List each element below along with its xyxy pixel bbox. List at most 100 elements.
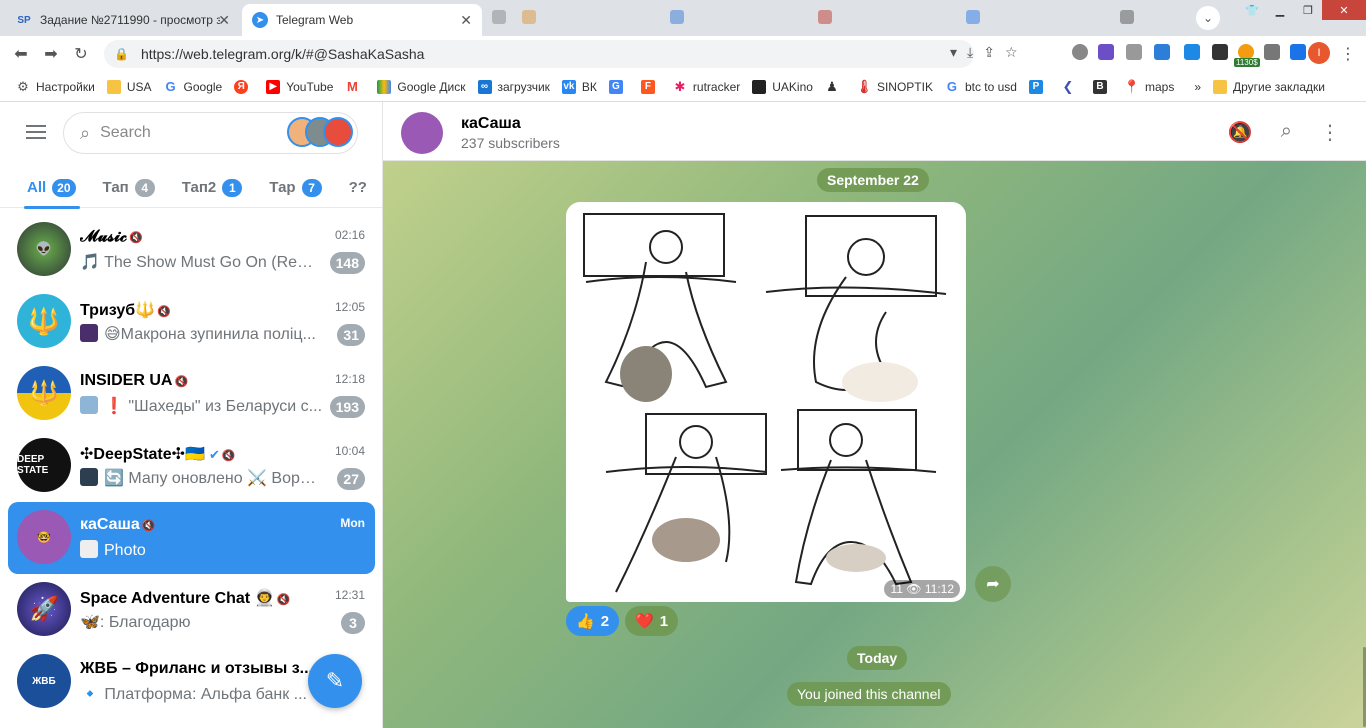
folder-tab-tap[interactable]: Тап 4 xyxy=(103,178,155,197)
channel-avatar[interactable] xyxy=(401,112,443,154)
verified-icon: ✔ xyxy=(208,447,220,462)
bookmark-vk[interactable]: vk ВК xyxy=(561,79,597,94)
search-input[interactable]: ⌕ Search xyxy=(63,112,358,154)
reload-icon[interactable]: ↻ xyxy=(66,44,96,64)
address-bar[interactable]: 🔒 https://web.telegram.org/k/#@SashaKaSa… xyxy=(104,40,974,68)
bookmark-rutracker[interactable]: ✱ rutracker xyxy=(673,79,740,94)
back-arrow-icon[interactable]: ⬅ xyxy=(6,44,36,64)
reaction-count: 1 xyxy=(659,612,669,630)
photo-message[interactable]: 11 👁 11:12 xyxy=(566,202,966,602)
unread-badge: 27 xyxy=(337,468,365,490)
profile-avatar[interactable]: I xyxy=(1308,42,1330,64)
folder-tab-tar[interactable]: Тар 7 xyxy=(269,178,322,197)
media-thumbnail xyxy=(80,468,98,486)
youtube-icon: ▶ xyxy=(266,79,281,94)
bookmark-uakino[interactable]: UAKino xyxy=(752,79,813,94)
bookmark-yandex[interactable]: Я xyxy=(234,79,254,94)
window-controls: 👕 ▁ ❐ ✕ xyxy=(1238,0,1366,22)
forward-button[interactable]: ➦ xyxy=(975,566,1011,602)
kebab-menu-icon[interactable]: ⋮ xyxy=(1340,44,1356,64)
media-thumbnail xyxy=(80,396,98,414)
bookmark-btc[interactable]: Gbtc to usd xyxy=(945,79,1017,94)
chat-preview: 🔹 Платформа: Альфа банк ... xyxy=(80,686,307,703)
bookmark-f[interactable]: F xyxy=(640,79,661,94)
reaction-heart[interactable]: ❤️ 1 xyxy=(625,606,679,636)
maximize-icon[interactable]: ❐ xyxy=(1294,0,1322,20)
bookmarks-overflow[interactable]: » xyxy=(1194,80,1201,94)
chat-item-music[interactable]: 👽 𝓜𝓾𝓼𝓲𝓬 🔇 02:16 🎵 The Show Must Go On (Re… xyxy=(8,214,375,286)
tab-favicon-icon[interactable] xyxy=(966,10,980,24)
bookmark-loader[interactable]: ∞ загрузчик xyxy=(477,79,550,94)
window-close-icon[interactable]: ✕ xyxy=(1322,0,1366,20)
bookmark-arrow[interactable]: ❮ xyxy=(1061,78,1081,94)
story-avatar[interactable] xyxy=(323,117,353,147)
map-pin-icon: 📍 xyxy=(1123,78,1141,94)
stories-avatars[interactable] xyxy=(287,117,353,147)
bookmark-usa[interactable]: USA xyxy=(106,79,152,94)
install-icon[interactable]: ⤓ xyxy=(967,44,973,61)
bookmark-bc[interactable]: B xyxy=(1092,79,1113,94)
more-vertical-icon[interactable]: ⋮ xyxy=(1320,120,1340,145)
bookmark-settings[interactable]: ⚙ Настройки xyxy=(16,79,95,94)
bookmark-google-drive[interactable]: Google Диск xyxy=(377,79,466,94)
date-pill: September 22 xyxy=(817,168,929,192)
hamburger-menu-icon[interactable] xyxy=(26,121,46,143)
bookmark-sinoptik[interactable]: 🌡 SINOPTIK xyxy=(855,78,933,94)
forward-arrow-icon[interactable]: ➡ xyxy=(36,44,66,64)
browser-tab-telegram[interactable]: ➤ Telegram Web ✕ xyxy=(242,4,482,36)
tab-close-icon[interactable]: ✕ xyxy=(460,12,472,29)
bookmark-chess[interactable]: ♟ xyxy=(825,79,845,94)
folder-tab-tap2[interactable]: Тап2 1 xyxy=(182,178,243,197)
tab-search-icon[interactable]: ⌄ xyxy=(1196,6,1220,30)
channel-header[interactable]: каСаша 237 subscribers 🔕 ⌕ ⋮ xyxy=(383,102,1366,161)
extension-icon[interactable] xyxy=(1126,44,1142,60)
lock-icon: 🔒 xyxy=(114,47,129,61)
tab-favicon-icon[interactable] xyxy=(670,10,684,24)
download-extension-icon[interactable] xyxy=(1184,44,1200,60)
folder-tab-more[interactable]: ?? xyxy=(349,179,367,196)
globe-extension-icon[interactable] xyxy=(1072,44,1088,60)
bookmark-p[interactable]: P xyxy=(1028,79,1049,94)
reaction-thumbs-up[interactable]: 👍 2 xyxy=(566,606,620,636)
new-message-button[interactable]: ✎ xyxy=(308,654,362,708)
extension-icon[interactable] xyxy=(1154,44,1170,60)
extension-icon[interactable] xyxy=(1212,44,1228,60)
search-icon[interactable]: ⌕ xyxy=(1281,120,1292,145)
chat-item-deepstate[interactable]: DEEP STATE ✣DeepState✣🇺🇦 ✔ 🔇 10:04 🔄 Мапу … xyxy=(8,430,375,502)
bookmark-gmail[interactable]: M xyxy=(345,79,365,94)
chat-avatar: DEEP STATE xyxy=(17,438,71,492)
sleeping-positions-photo[interactable] xyxy=(566,202,966,602)
bookmark-translate[interactable]: G xyxy=(608,79,629,94)
bookmark-maps[interactable]: 📍 maps xyxy=(1123,78,1174,94)
chat-item-kasasha[interactable]: 🤓 каСаша 🔇 Mon Photo xyxy=(8,502,375,574)
bookmark-other[interactable]: Другие закладки xyxy=(1213,79,1325,94)
browser-tab-task[interactable]: SP Задание №2711990 - просмотр з ✕ xyxy=(6,4,240,36)
puzzle-extensions-icon[interactable] xyxy=(1264,44,1280,60)
minimize-icon[interactable]: ▁ xyxy=(1266,0,1294,20)
mute-bell-icon[interactable]: 🔕 xyxy=(1228,120,1253,145)
tab-favicon-icon[interactable] xyxy=(1120,10,1134,24)
chat-item-insider-ua[interactable]: 🔱 INSIDER UA 🔇 12:18 ❗ "Шахеды" из Белару… xyxy=(8,358,375,430)
extension-icon[interactable] xyxy=(1098,44,1114,60)
user-shirt-icon[interactable]: 👕 xyxy=(1238,0,1266,20)
chat-title: Тризуб🔱 xyxy=(80,302,156,319)
folder-tab-all[interactable]: All 20 xyxy=(27,178,76,197)
bookmark-google[interactable]: G Google xyxy=(164,79,222,94)
bookmark-youtube[interactable]: ▶ YouTube xyxy=(266,79,333,94)
thermometer-icon: 🌡 xyxy=(855,78,873,94)
new-tab-icon[interactable] xyxy=(492,10,506,24)
header-actions: 🔕 ⌕ ⋮ xyxy=(1228,120,1340,145)
downloads-icon[interactable] xyxy=(1290,44,1306,60)
browser-toolbar: ⬅ ➡ ↻ 🔒 https://web.telegram.org/k/#@Sas… xyxy=(0,36,1366,72)
arrow-icon: ❮ xyxy=(1062,78,1074,94)
tab-favicon-icon[interactable] xyxy=(522,10,536,24)
dropdown-icon[interactable]: ▾ xyxy=(950,44,957,61)
tab-favicon-icon[interactable] xyxy=(818,10,832,24)
share-icon[interactable]: ⇪ xyxy=(983,44,995,61)
tab-close-icon[interactable]: ✕ xyxy=(218,12,230,29)
url-text: https://web.telegram.org/k/#@SashaKaSash… xyxy=(140,46,425,62)
bookmark-star-icon[interactable]: ☆ xyxy=(1005,44,1018,61)
chat-item-space-adventure[interactable]: 🚀 Space Adventure Chat 👨‍🚀 🔇 12:31 🦋: Бла… xyxy=(8,574,375,646)
chat-time: 12:05 xyxy=(334,300,365,314)
chat-item-tryzub[interactable]: 🔱 Тризуб🔱 🔇 12:05 😅Макрона зупинила поліц… xyxy=(8,286,375,358)
